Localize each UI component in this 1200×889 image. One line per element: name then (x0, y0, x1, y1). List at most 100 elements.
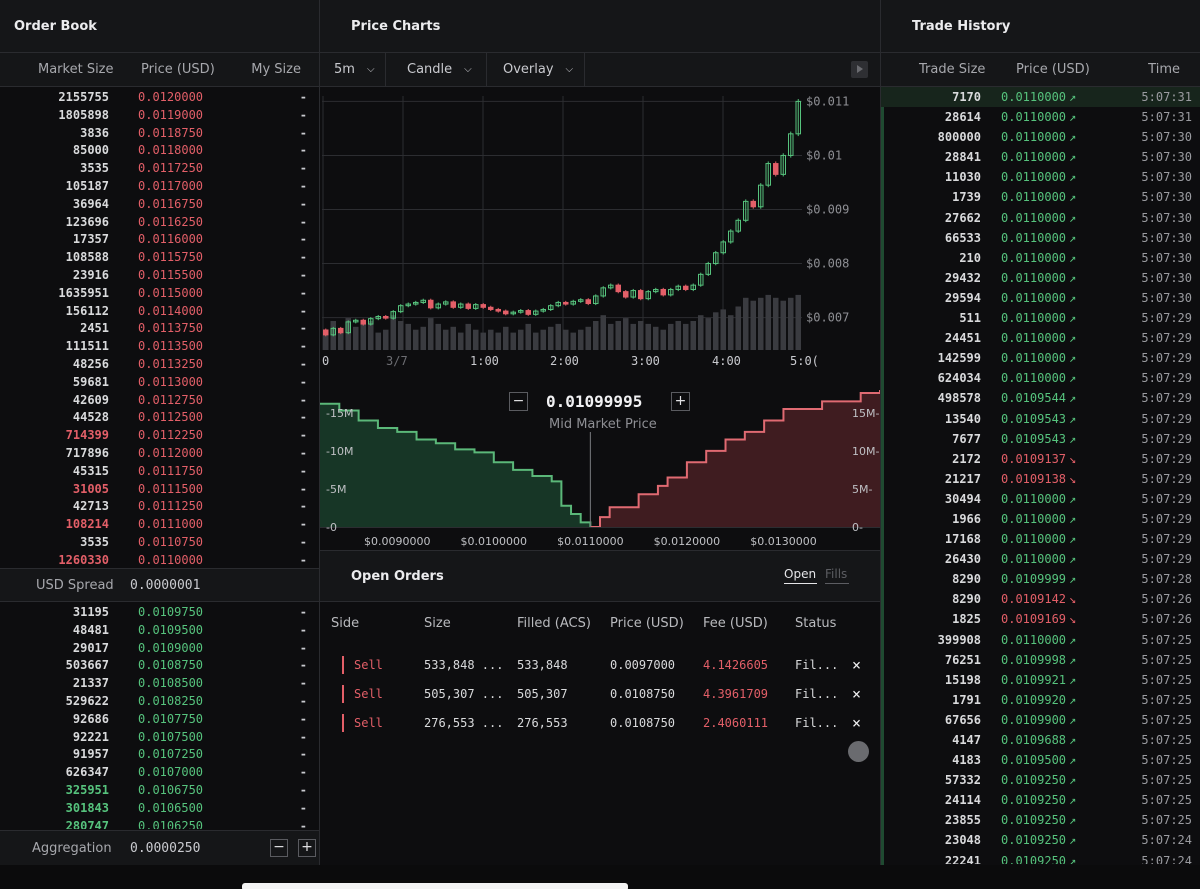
ask-row[interactable]: 156112 0.0114000 - (0, 302, 319, 320)
ask-row[interactable]: 108214 0.0111000 - (0, 515, 319, 533)
volume-bar (540, 329, 546, 350)
my-size: - (299, 463, 307, 478)
ask-row[interactable]: 3836 0.0118750 - (0, 124, 319, 142)
arrow-down-right-icon: ↘ (1069, 451, 1077, 466)
trade-time: 5:07:30 (1141, 270, 1192, 285)
ask-row[interactable]: 42713 0.0111250 - (0, 497, 319, 515)
trade-time: 5:07:30 (1141, 210, 1192, 225)
volume-bar (375, 332, 381, 350)
price: 0.0106500 (138, 800, 204, 815)
bid-row[interactable]: 31195 0.0109750 - (0, 603, 319, 621)
cancel-order-icon[interactable]: × (852, 680, 861, 709)
play-icon[interactable] (851, 61, 868, 78)
trade-time: 5:07:29 (1141, 331, 1192, 346)
volume-bar (578, 329, 584, 350)
arrow-up-right-icon: ↗ (1069, 491, 1077, 506)
ask-row[interactable]: 2155755 0.0120000 - (0, 88, 319, 106)
chart-type-select[interactable]: Candle ⌵ (386, 53, 487, 86)
trade-size: 15198 (944, 672, 981, 687)
trade-price: 0.0110000 (1001, 491, 1067, 506)
price: 0.0109000 (138, 640, 204, 655)
arrow-up-right-icon: ↗ (1069, 351, 1077, 366)
trade-time: 5:07:25 (1141, 692, 1192, 707)
ask-row[interactable]: 105187 0.0117000 - (0, 177, 319, 195)
ask-row[interactable]: 111511 0.0113500 - (0, 337, 319, 355)
overlay-select[interactable]: Overlay ⌵ (487, 53, 585, 86)
ask-row[interactable]: 3535 0.0110750 - (0, 533, 319, 551)
volume-bar (690, 321, 696, 350)
chevron-down-icon: ⌵ (464, 64, 472, 75)
ask-row[interactable]: 1260330 0.0110000 - (0, 551, 319, 569)
trade-row: 28841 0.0110000 ↗ 5:07:30 (881, 147, 1200, 167)
ask-row[interactable]: 36964 0.0116750 - (0, 195, 319, 213)
bid-row[interactable]: 503667 0.0108750 - (0, 656, 319, 674)
ask-row[interactable]: 108588 0.0115750 - (0, 248, 319, 266)
trade-price: 0.0109138 (1001, 471, 1067, 486)
ask-row[interactable]: 23916 0.0115500 - (0, 266, 319, 284)
tab-open[interactable]: Open (784, 567, 817, 584)
bid-row[interactable]: 325951 0.0106750 - (0, 781, 319, 799)
trade-row: 67656 0.0109900 ↗ 5:07:25 (881, 710, 1200, 730)
cancel-order-icon[interactable]: × (852, 651, 861, 680)
market-size: 45315 (72, 463, 109, 478)
my-size: - (299, 339, 307, 354)
price: 0.0116000 (138, 232, 204, 247)
market-size: 1260330 (58, 552, 109, 567)
trade-price: 0.0109142 (1001, 592, 1067, 607)
ask-row[interactable]: 45315 0.0111750 - (0, 462, 319, 480)
bid-row[interactable]: 92686 0.0107750 - (0, 710, 319, 728)
my-size: - (299, 410, 307, 425)
ask-row[interactable]: 42609 0.0112750 - (0, 391, 319, 409)
bid-row[interactable]: 48481 0.0109500 - (0, 621, 319, 639)
trade-time: 5:07:29 (1141, 552, 1192, 567)
bid-row[interactable]: 92221 0.0107500 - (0, 728, 319, 746)
ask-row[interactable]: 17357 0.0116000 - (0, 230, 319, 248)
bid-row[interactable]: 529622 0.0108250 - (0, 692, 319, 710)
aggregation-increase-button[interactable]: + (298, 839, 316, 857)
volume-bar (495, 332, 501, 350)
bid-row[interactable]: 626347 0.0107000 - (0, 763, 319, 781)
trade-time: 5:07:30 (1141, 150, 1192, 165)
ask-row[interactable]: 48256 0.0113250 - (0, 355, 319, 373)
bid-row[interactable]: 280747 0.0106250 - (0, 817, 319, 829)
ask-row[interactable]: 3535 0.0117250 - (0, 159, 319, 177)
bid-row[interactable]: 21337 0.0108500 - (0, 674, 319, 692)
y-tick-label: $0.01 (806, 148, 842, 162)
market-size: 1635951 (58, 285, 109, 300)
interval-select[interactable]: 5m ⌵ (320, 53, 386, 86)
ask-row[interactable]: 44528 0.0112500 - (0, 408, 319, 426)
bid-row[interactable]: 29017 0.0109000 - (0, 639, 319, 657)
tab-fills[interactable]: Fills (825, 567, 849, 584)
order-book-column-header: Market Size Price (USD) My Size (0, 53, 319, 87)
order-fee: 4.1426605 (703, 658, 769, 672)
trade-row: 1825 0.0109169 ↘ 5:07:26 (881, 609, 1200, 629)
candlestick-chart[interactable]: $0.011 $0.01 $0.009 $0.008 $0.007 0 3/7 1:00 2:0… (320, 88, 880, 384)
ask-row[interactable]: 717896 0.0112000 - (0, 444, 319, 462)
ask-row[interactable]: 714399 0.0112250 - (0, 426, 319, 444)
bid-depth-area (320, 403, 591, 527)
volume-bar (473, 329, 479, 350)
bid-row[interactable]: 91957 0.0107250 - (0, 745, 319, 763)
trade-time: 5:07:24 (1141, 833, 1192, 848)
bid-list: 31195 0.0109750 - 48481 0.0109500 - 29017 0.010… (0, 602, 319, 829)
trade-row: 24451 0.0110000 ↗ 5:07:29 (881, 328, 1200, 348)
cancel-order-icon[interactable]: × (852, 709, 861, 738)
ask-row[interactable]: 85000 0.0118000 - (0, 141, 319, 159)
ask-row[interactable]: 31005 0.0111500 - (0, 480, 319, 498)
ask-row[interactable]: 59681 0.0113000 - (0, 373, 319, 391)
ask-row[interactable]: 2451 0.0113750 - (0, 319, 319, 337)
y-tick-label-left: -10M (326, 445, 353, 458)
price: 0.0118000 (138, 143, 204, 158)
bid-row[interactable]: 301843 0.0106500 - (0, 799, 319, 817)
ask-row[interactable]: 123696 0.0116250 - (0, 213, 319, 231)
aggregation-decrease-button[interactable]: − (270, 839, 288, 857)
ask-row[interactable]: 1805898 0.0119000 - (0, 106, 319, 124)
volume-bar (518, 329, 524, 350)
scroll-indicator[interactable] (848, 741, 869, 762)
depth-chart[interactable]: -15M 15M- -10M 10M- -5M 5M- -0 0- $0.0090000 $0.0… (320, 388, 880, 550)
order-filled: 505,307 (517, 687, 568, 701)
trade-row: 23855 0.0109250 ↗ 5:07:25 (881, 810, 1200, 830)
ask-row[interactable]: 1635951 0.0115000 - (0, 284, 319, 302)
price: 0.0108250 (138, 693, 204, 708)
y-tick-label-left: -0 (326, 521, 337, 534)
